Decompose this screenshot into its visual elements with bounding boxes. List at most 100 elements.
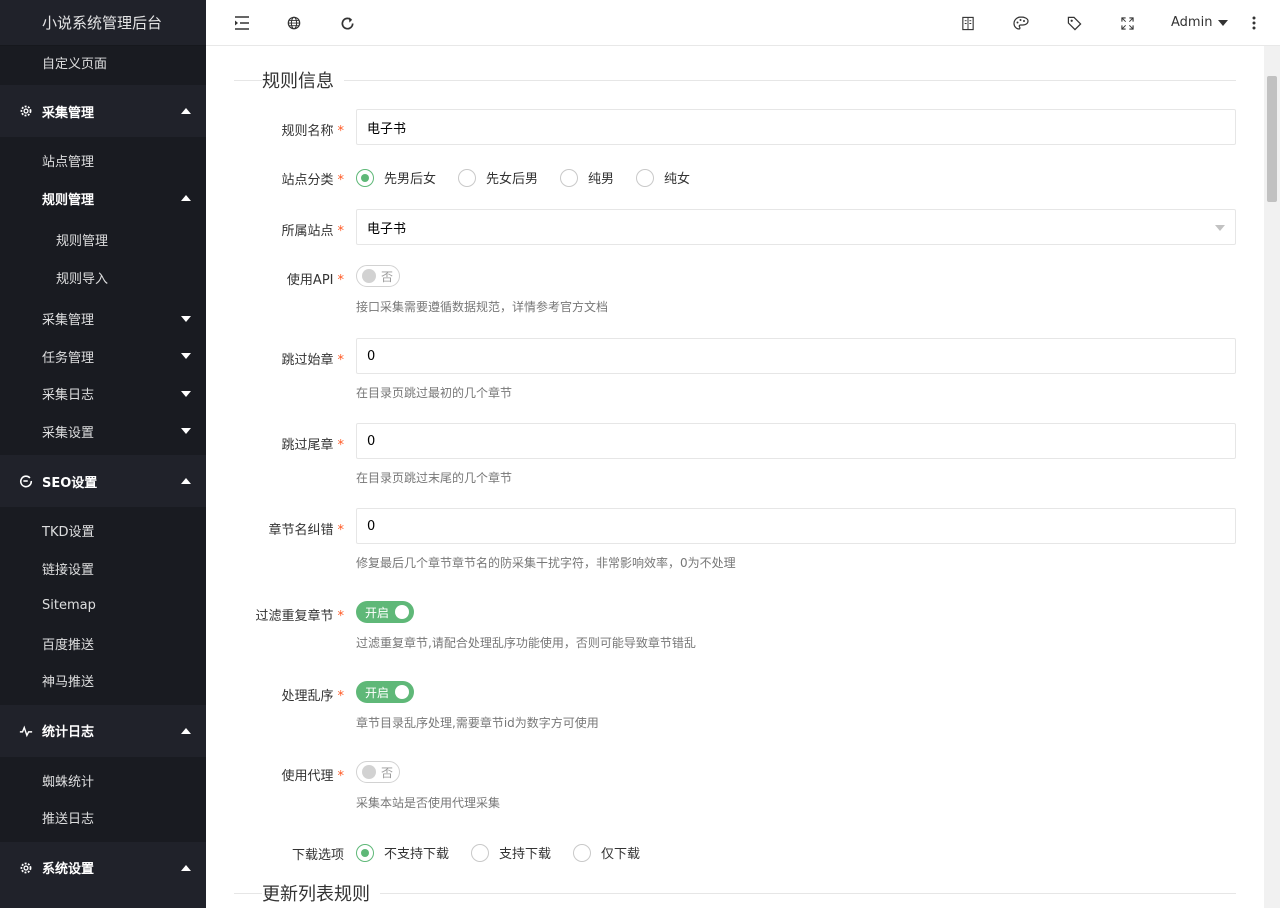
sidebar-item-task[interactable]: 任务管理 — [0, 338, 206, 376]
collect-submenu: 站点管理 规则管理 规则管理 规则导入 采集管理 任务管理 采集日志 采集设置 — [0, 137, 206, 455]
help-text: 在目录页跳过最初的几个章节 — [356, 386, 513, 400]
sidebar-group-collect[interactable]: 采集管理 — [0, 85, 206, 137]
sidebar-item-spider-stats[interactable]: 蜘蛛统计 — [0, 762, 206, 800]
sidebar-item-site[interactable]: 站点管理 — [0, 142, 206, 180]
refresh-icon[interactable] — [339, 15, 355, 31]
caret-down-icon — [181, 353, 191, 360]
main-content: 规则信息 规则名称 * 电子书 站点分类 * 先男后女 先女后男 纯男 纯女 所属站… — [206, 46, 1264, 908]
sidebar-group-label: SEO设置 — [42, 475, 98, 491]
caret-up-icon — [181, 195, 191, 202]
sidebar-item-collect[interactable]: 采集管理 — [0, 300, 206, 338]
radio-option[interactable]: 支持下载 — [471, 843, 551, 862]
book-icon[interactable] — [960, 15, 976, 31]
scrollbar[interactable] — [1264, 46, 1280, 908]
sidebar-group-seo[interactable]: SEO设置 — [0, 455, 206, 507]
radio-circle — [471, 843, 490, 862]
rule-name-input[interactable]: 电子书 — [356, 109, 1236, 145]
menu-fold-icon[interactable] — [234, 15, 250, 31]
help-text: 章节目录乱序处理,需要章节id为数字方可使用 — [356, 716, 599, 730]
help-text: 修复最后几个章节章节名的防采集干扰字符，非常影响效率，0为不处理 — [356, 556, 736, 570]
sidebar-group-system[interactable]: 系统设置 — [0, 841, 206, 894]
fullscreen-icon[interactable] — [1119, 15, 1135, 31]
field-label: 跳过始章 * — [281, 353, 344, 368]
radio-option[interactable]: 纯女 — [636, 168, 690, 187]
sidebar-item-label: 任务管理 — [42, 350, 95, 366]
field-label: 处理乱序 * — [281, 689, 344, 704]
radio-circle — [356, 843, 374, 862]
stats-submenu: 蜘蛛统计 推送日志 — [0, 756, 206, 842]
chapter-fix-input[interactable]: 0 — [356, 508, 1236, 544]
caret-up-icon — [181, 864, 191, 871]
help-text: 接口采集需要遵循数据规范，详情参考官方文档 — [356, 300, 609, 314]
sidebar-item-push-log[interactable]: 推送日志 — [0, 799, 206, 837]
sidebar-top-group: 自定义页面 — [0, 46, 206, 79]
tag-icon[interactable] — [1066, 15, 1082, 31]
sidebar-item-links[interactable]: 链接设置 — [0, 550, 206, 588]
section-legend: 更新列表规则 — [234, 882, 1236, 905]
caret-up-icon — [181, 727, 191, 734]
help-text: 在目录页跳过末尾的几个章节 — [356, 471, 513, 485]
field-label: 使用API * — [286, 273, 344, 288]
radio-circle — [458, 168, 477, 187]
chevron-down-icon — [1215, 225, 1225, 231]
download-radios: 不支持下载 支持下载 仅下载 — [356, 843, 662, 862]
section-legend: 规则信息 — [234, 69, 1236, 92]
palette-icon[interactable] — [1013, 15, 1029, 31]
help-text: 过滤重复章节,请配合处理乱序功能使用，否则可能导致章节错乱 — [356, 636, 696, 650]
radio-option[interactable]: 纯男 — [560, 168, 614, 187]
skip-end-input[interactable]: 0 — [356, 423, 1236, 459]
field-label: 站点分类 * — [281, 173, 344, 188]
caret-down-icon — [1218, 19, 1229, 26]
caret-down-icon — [181, 315, 191, 322]
app-title: 小说系统管理后台 — [0, 0, 206, 46]
top-bar: Admin — [206, 0, 1280, 46]
sidebar-item-shenma-push[interactable]: 神马推送 — [0, 662, 206, 700]
seo-submenu: TKD设置 链接设置 Sitemap 百度推送 神马推送 — [0, 507, 206, 705]
field-label: 所属站点 * — [281, 224, 344, 239]
radio-circle — [636, 168, 655, 187]
radio-option[interactable]: 先男后女 — [356, 168, 436, 187]
use-api-switch[interactable]: 否 — [356, 265, 400, 287]
radio-option[interactable]: 仅下载 — [573, 843, 640, 862]
proxy-switch[interactable]: 否 — [356, 761, 400, 783]
sidebar-item-tkd[interactable]: TKD设置 — [0, 512, 206, 550]
sidebar-item-rule-import[interactable]: 规则导入 — [0, 259, 206, 297]
sidebar-item-label: 规则管理 — [42, 192, 95, 208]
site-category-radios: 先男后女 先女后男 纯男 纯女 — [356, 168, 712, 187]
radio-option[interactable]: 先女后男 — [458, 168, 538, 187]
radio-option[interactable]: 不支持下载 — [356, 843, 449, 862]
radio-circle — [560, 168, 579, 187]
disorder-switch[interactable]: 开启 — [356, 681, 414, 703]
sidebar-item-label: 采集日志 — [42, 388, 95, 404]
sidebar-group-stats[interactable]: 统计日志 — [0, 704, 206, 757]
field-label: 跳过尾章 * — [281, 438, 344, 453]
select-value: 电子书 — [367, 221, 407, 237]
sidebar-item-baidu-push[interactable]: 百度推送 — [0, 625, 206, 663]
refresh-c-icon — [18, 473, 34, 489]
skip-start-input[interactable]: 0 — [356, 338, 1236, 374]
sidebar-group-label: 统计日志 — [42, 725, 95, 740]
site-select[interactable]: 电子书 — [356, 209, 1236, 245]
scrollbar-thumb[interactable] — [1267, 76, 1277, 202]
more-vertical-icon[interactable] — [1246, 15, 1262, 31]
caret-down-icon — [181, 428, 191, 435]
caret-up-icon — [181, 108, 191, 114]
field-label: 过滤重复章节 * — [255, 609, 344, 624]
sidebar-item-sitemap[interactable]: Sitemap — [0, 587, 206, 625]
sidebar: 小说系统管理后台 自定义页面 采集管理 站点管理 规则管理 规则管理 规则导入 … — [0, 0, 206, 908]
field-label: 下载选项 — [291, 848, 344, 863]
globe-icon[interactable] — [286, 15, 302, 31]
sidebar-group-label: 系统设置 — [42, 862, 95, 877]
sidebar-item-rule[interactable]: 规则管理 — [0, 180, 206, 218]
sidebar-item-rule-manage[interactable]: 规则管理 — [0, 221, 206, 259]
filter-dup-switch[interactable]: 开启 — [356, 601, 414, 623]
user-menu[interactable]: Admin — [1171, 15, 1229, 30]
field-label: 规则名称 * — [281, 124, 344, 139]
sidebar-item-label: 采集管理 — [42, 313, 95, 329]
sidebar-item-log[interactable]: 采集日志 — [0, 375, 206, 413]
sidebar-item-collect-settings[interactable]: 采集设置 — [0, 413, 206, 451]
user-name: Admin — [1171, 15, 1213, 30]
caret-up-icon — [181, 478, 191, 484]
sidebar-item-custom-page[interactable]: 自定义页面 — [0, 46, 206, 79]
help-text: 采集本站是否使用代理采集 — [356, 796, 501, 810]
